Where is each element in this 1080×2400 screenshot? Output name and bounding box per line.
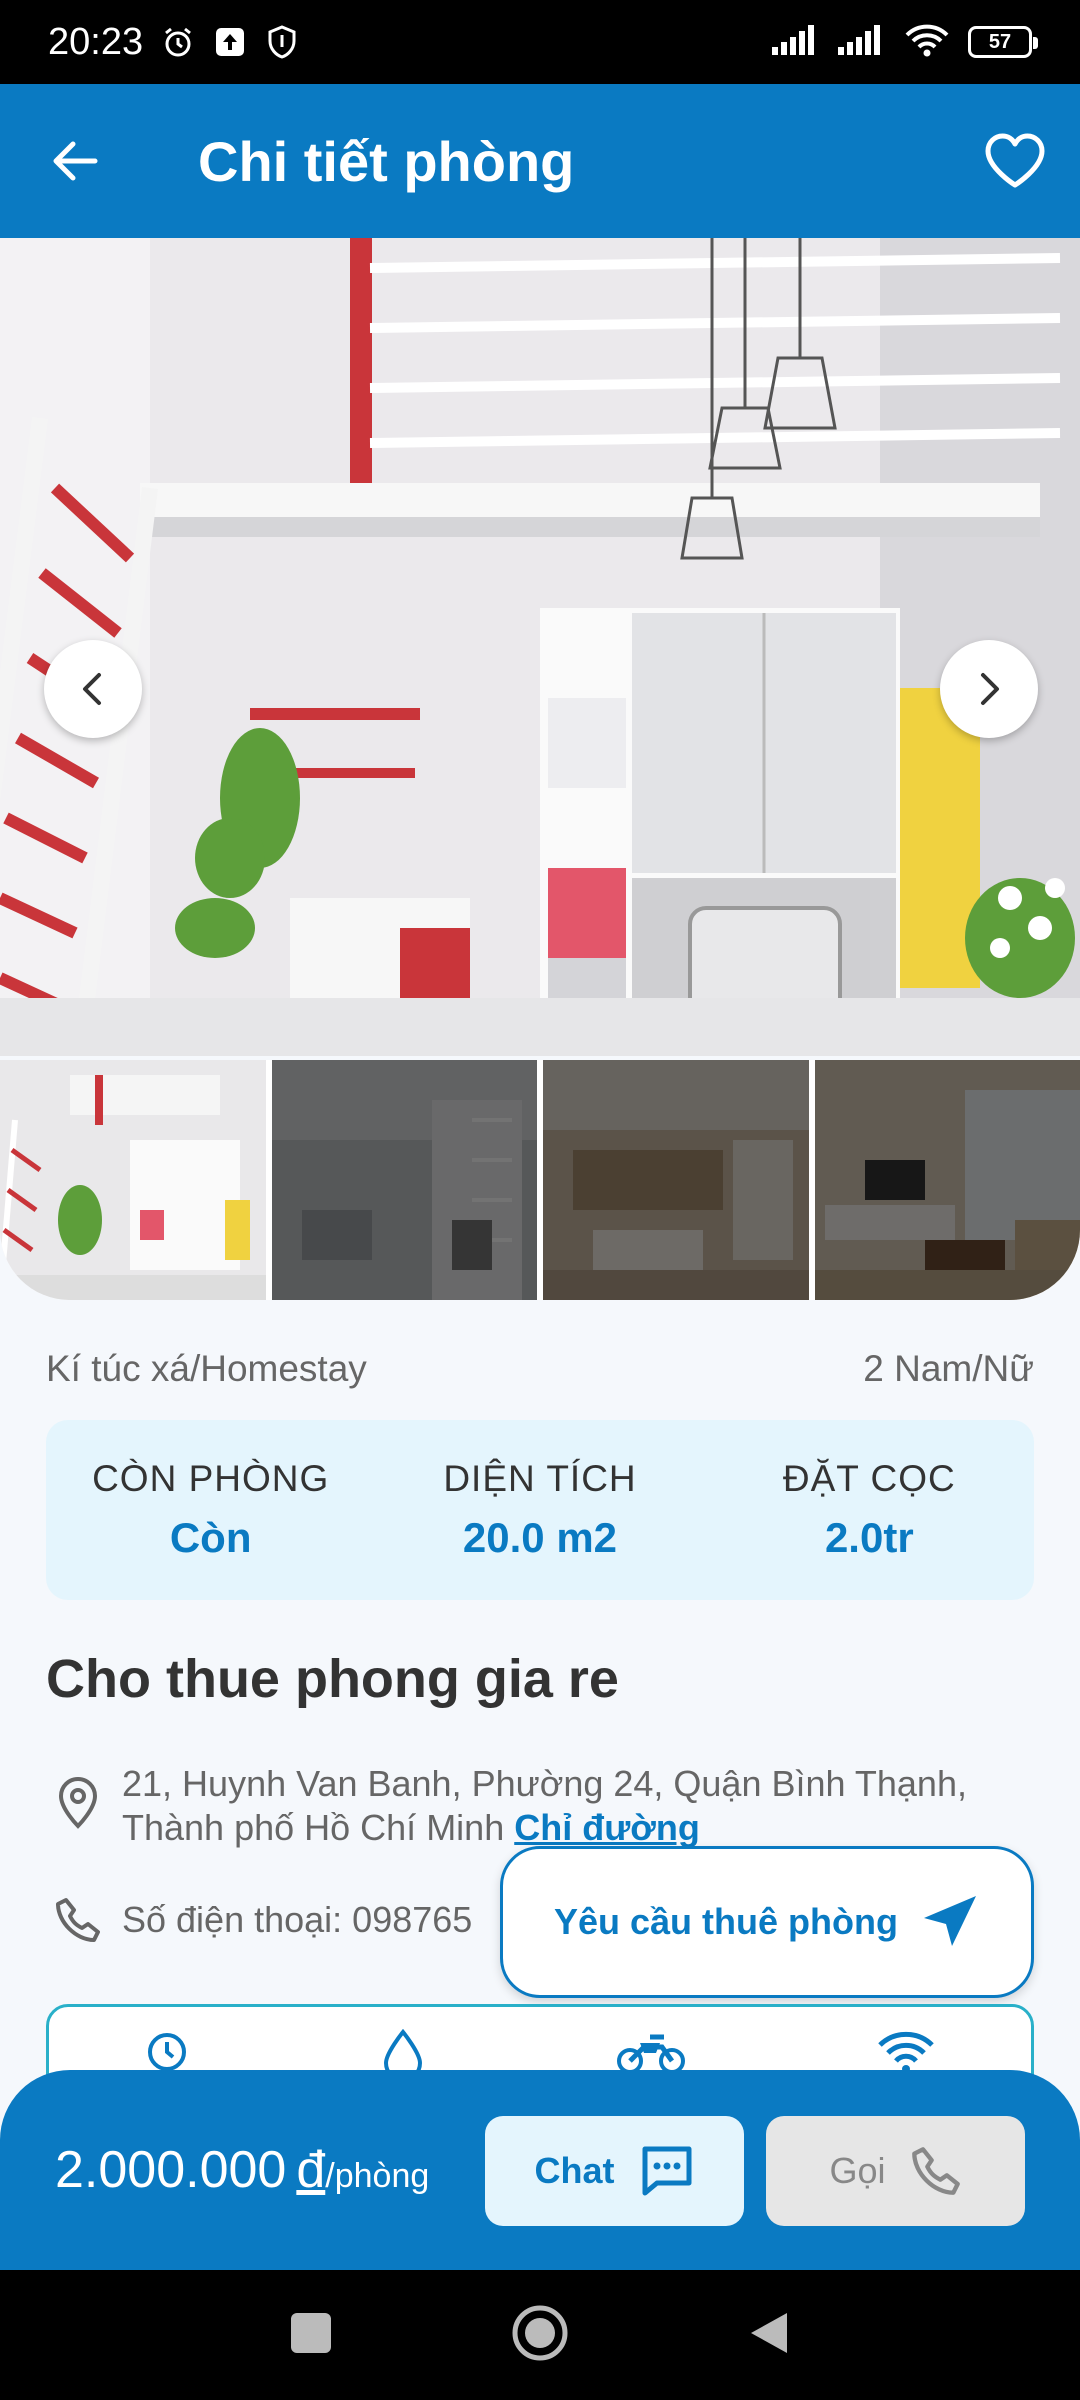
back-button[interactable] bbox=[0, 84, 150, 238]
wifi-icon bbox=[904, 23, 950, 62]
thumbnail[interactable] bbox=[543, 1060, 809, 1300]
page-title: Chi tiết phòng bbox=[198, 129, 575, 193]
stat-value: Còn bbox=[169, 1514, 252, 1561]
request-rent-button[interactable]: Yêu cầu thuê phòng bbox=[500, 1846, 1034, 1998]
room-title: Cho thue phong gia re bbox=[46, 1649, 619, 1709]
chevron-left-icon bbox=[83, 673, 101, 705]
stat-deposit: ĐẶT CỌC 2.0tr bbox=[705, 1420, 1034, 1600]
directions-link[interactable]: Chỉ đường bbox=[514, 1807, 700, 1848]
phone-number[interactable]: Số điện thoại: 098765 bbox=[122, 1899, 472, 1941]
heart-outline-icon bbox=[985, 133, 1045, 188]
status-bar: 20:23 57 bbox=[0, 0, 1080, 84]
stat-label: ĐẶT CỌC bbox=[782, 1458, 956, 1499]
status-time: 20:23 bbox=[48, 20, 144, 63]
favorite-button[interactable] bbox=[950, 84, 1080, 238]
call-button[interactable]: Gọi bbox=[766, 2116, 1025, 2226]
alarm-icon bbox=[159, 23, 197, 61]
chat-label: Chat bbox=[534, 2150, 615, 2191]
location-pin-icon bbox=[46, 1762, 110, 1850]
thumbnail[interactable] bbox=[814, 1060, 1080, 1300]
stat-area: DIỆN TÍCH 20.0 m2 bbox=[375, 1420, 704, 1600]
price-amount: 2.000.000 bbox=[55, 2141, 287, 2199]
stat-label: DIỆN TÍCH bbox=[443, 1458, 637, 1499]
upload-icon bbox=[211, 23, 249, 61]
chat-bubble-icon bbox=[642, 2146, 691, 2196]
stats-card: CÒN PHÒNG Còn DIỆN TÍCH 20.0 m2 ĐẶT CỌC … bbox=[46, 1420, 1034, 1600]
bottom-action-bar: 2.000.000 đ /phòng Chat Gọi bbox=[0, 2070, 1080, 2270]
recent-apps-button[interactable] bbox=[289, 2311, 333, 2360]
price-currency: đ bbox=[296, 2141, 326, 2199]
battery-icon: 57 bbox=[968, 26, 1038, 58]
call-label: Gọi bbox=[829, 2150, 886, 2191]
stat-label: CÒN PHÒNG bbox=[92, 1458, 330, 1499]
signal-icon bbox=[838, 24, 886, 60]
app-bar: Chi tiết phòng bbox=[0, 84, 1080, 238]
room-photo[interactable] bbox=[0, 238, 1080, 1056]
phone-row: Số điện thoại: 098765 bbox=[46, 1896, 472, 1944]
prev-photo-button[interactable] bbox=[44, 640, 142, 738]
battery-level: 57 bbox=[988, 30, 1012, 53]
system-navigation-bar bbox=[0, 2270, 1080, 2400]
home-button[interactable] bbox=[510, 2303, 570, 2368]
phone-icon bbox=[46, 1896, 110, 1944]
room-type: Kí túc xá/Homestay bbox=[46, 1348, 367, 1389]
room-type-row: Kí túc xá/Homestay 2 Nam/Nữ bbox=[46, 1348, 1034, 1390]
price-unit: /phòng bbox=[325, 2157, 430, 2195]
system-back-button[interactable] bbox=[747, 2309, 791, 2362]
send-icon bbox=[924, 1896, 976, 1946]
thumbnail-strip bbox=[0, 1060, 1080, 1300]
signal-icon bbox=[772, 24, 820, 60]
request-rent-label: Yêu cầu thuê phòng bbox=[553, 1901, 898, 1942]
thumbnail[interactable] bbox=[0, 1060, 266, 1300]
stat-value: 2.0tr bbox=[824, 1514, 914, 1561]
shield-icon bbox=[263, 23, 301, 61]
stat-value: 20.0 m2 bbox=[462, 1514, 618, 1561]
next-photo-button[interactable] bbox=[940, 640, 1038, 738]
thumbnail[interactable] bbox=[271, 1060, 537, 1300]
phone-icon bbox=[911, 2147, 960, 2195]
price: 2.000.000 đ /phòng bbox=[55, 2140, 429, 2200]
address-row: 21, Huynh Van Banh, Phường 24, Quận Bình… bbox=[46, 1762, 1036, 1850]
chat-button[interactable]: Chat bbox=[485, 2116, 744, 2226]
arrow-left-icon bbox=[53, 141, 98, 181]
chevron-right-icon bbox=[981, 673, 999, 705]
stat-availability: CÒN PHÒNG Còn bbox=[46, 1420, 375, 1600]
room-gender: 2 Nam/Nữ bbox=[863, 1348, 1034, 1389]
